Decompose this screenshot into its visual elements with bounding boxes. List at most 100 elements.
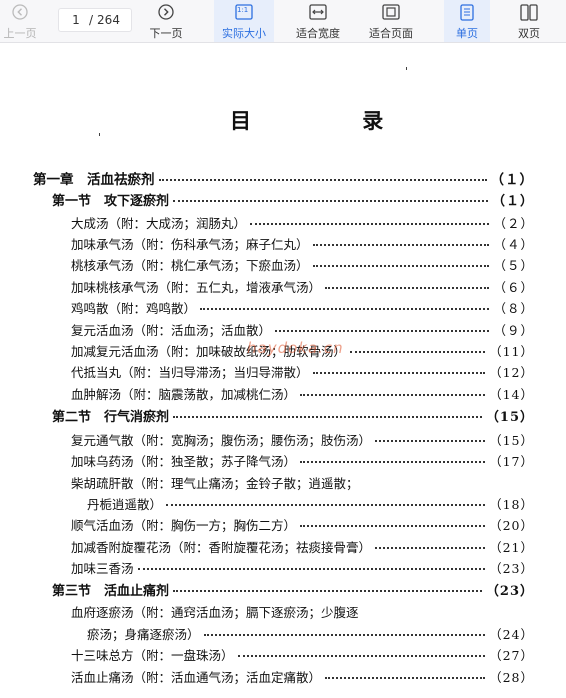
scan-speck: ' [405, 65, 409, 78]
toc-entry-item: 桃核承气汤（附：桃仁承气汤；下瘀血汤） （５） [71, 257, 534, 275]
page-total: 264 [97, 13, 120, 27]
fit-page-icon [382, 3, 400, 21]
toc-entry-item: 顺气活血汤（附：胸伤一方；胸伤二方） （20） [71, 517, 534, 535]
document-page: ' ' 目 录 第一章 活血祛瘀剂 （１） 第一节 攻下逐瘀剂 （１） 大成汤（附：大成… [0, 43, 566, 698]
double-page-button[interactable]: 双页 [506, 0, 552, 42]
toc-entry-title: 活血止痛汤（附：活血通气汤；活血定痛散） [71, 670, 322, 685]
toc-entry-title: 血府逐瘀汤（附：通窍活血汤；膈下逐瘀汤；少腹逐 [71, 605, 359, 620]
toc-leader-dots [325, 677, 486, 679]
toc-entry-page: （17） [489, 454, 534, 469]
chevron-right-icon [157, 3, 175, 21]
toc-entry-title: 第一节 攻下逐瘀剂 [52, 194, 170, 209]
toc-entry-page: （15） [485, 410, 534, 425]
toc-title: 目 录 [230, 108, 436, 133]
toc-entry-title: 代抵当丸（附：当归导滞汤；当归导滞散） [71, 365, 309, 380]
page-separator: / [89, 13, 94, 27]
toc-leader-dots [312, 244, 490, 246]
toc-entry-title: 大成汤（附：大成汤；润肠丸） [71, 216, 247, 231]
toc-entry-page: （４） [493, 237, 534, 252]
single-page-icon [458, 3, 476, 21]
prev-page-button[interactable]: 上一页 [0, 0, 40, 42]
toc-entry-item: 复元通气散（附：宽胸汤；腹伤汤；腰伤汤；肢伤汤） （15） [71, 432, 534, 450]
toc-entry-page: （８） [493, 301, 534, 316]
double-page-label: 双页 [518, 27, 540, 40]
toc-entry-item: 活血止痛汤（附：活血通气汤；活血定痛散） （28） [71, 669, 534, 687]
toc-entry-title: 加味乌药汤（附：独圣散；苏子降气汤） [71, 454, 297, 469]
page-indicator: / 264 [58, 8, 132, 32]
toc-entry-item: 复元活血汤（附：活血汤；活血散） （９） [71, 322, 534, 340]
toc-leader-dots [200, 308, 490, 310]
toc-entry-item: 柴胡疏肝散（附：理气止痛汤；金铃子散；逍遥散； [71, 475, 534, 493]
fit-width-icon [309, 3, 327, 21]
toc-leader-dots [250, 223, 490, 225]
toc-leader-dots [375, 547, 486, 549]
single-page-label: 单页 [456, 27, 478, 40]
toc-leader-dots [300, 525, 486, 527]
toc-entry-title: 加味承气汤（附：伤科承气汤；麻子仁丸） [71, 237, 309, 252]
toc-entry-title: 血肿解汤（附：脑震荡散，加减桃仁汤） [71, 387, 297, 402]
toc-entry-page: （20） [489, 518, 534, 533]
double-page-icon [520, 3, 538, 21]
toc-entry-page: （23） [489, 561, 534, 576]
toc-entry-page: （27） [489, 648, 534, 663]
toc-entry-title: 第三节 活血止痛剂 [52, 584, 170, 599]
actual-size-label: 实际大小 [222, 27, 266, 40]
toc-entry-title: 瘀汤；身痛逐瘀汤） [87, 627, 200, 642]
toc-entry-item: 血肿解汤（附：脑震荡散，加减桃仁汤） （14） [71, 386, 534, 404]
toc-leader-dots [350, 351, 486, 353]
toc-entry-page: （12） [489, 365, 534, 380]
page-number-input[interactable] [67, 13, 85, 27]
scan-speck: ' [98, 131, 102, 144]
toc-entry-title: 十三味总方（附：一盘珠汤） [71, 648, 234, 663]
fit-page-button[interactable]: 适合页面 [361, 0, 421, 42]
toc-entry-item: 加味承气汤（附：伤科承气汤；麻子仁丸） （４） [71, 236, 534, 254]
toc-leader-dots [275, 330, 490, 332]
toc-entry-page: （28） [489, 670, 534, 685]
toc-entry-title: 加味桃核承气汤（附：五仁丸，增液承气汤） [71, 280, 322, 295]
toc-entry-page: （11） [489, 344, 534, 359]
toc-leader-dots [203, 634, 486, 636]
toc-entry-section: 第三节 活血止痛剂 （23） [52, 583, 534, 601]
toc-entry-page: （14） [489, 387, 534, 402]
toc-leader-dots [325, 287, 490, 289]
fit-width-label: 适合宽度 [296, 27, 340, 40]
fit-page-label: 适合页面 [369, 27, 413, 40]
toc-entry-item: 代抵当丸（附：当归导滞汤；当归导滞散） （12） [71, 364, 534, 382]
toc-entry-item: 大成汤（附：大成汤；润肠丸） （２） [71, 215, 534, 233]
toc-entry-title: 柴胡疏肝散（附：理气止痛汤；金铃子散；逍遥散； [71, 476, 359, 491]
toc-entry-item: 加减香附旋覆花汤（附：香附旋覆花汤；祛痰接骨膏） （21） [71, 539, 534, 557]
toc-entry-page: （24） [489, 627, 534, 642]
toc-leader-dots [300, 461, 486, 463]
next-page-button[interactable]: 下一页 [143, 0, 189, 42]
toc-leader-dots [237, 655, 486, 657]
toc-entry-page: （９） [493, 323, 534, 338]
next-page-label: 下一页 [149, 27, 183, 40]
toc-entry-title: 复元活血汤（附：活血汤；活血散） [71, 323, 272, 338]
fit-width-button[interactable]: 适合宽度 [288, 0, 348, 42]
toc-leader-dots [173, 200, 488, 202]
toc-leader-dots [375, 440, 486, 442]
toc-leader-dots [312, 372, 486, 374]
toc-entry-title: 第一章 活血祛瘀剂 [33, 172, 155, 188]
toc-entry-title: 复元通气散（附：宽胸汤；腹伤汤；腰伤汤；肢伤汤） [71, 433, 372, 448]
toc-leader-dots [173, 590, 482, 592]
toc-entry-item: 加味三香汤 （23） [71, 560, 534, 578]
toc-entry-cont: 瘀汤；身痛逐瘀汤） （24） [87, 626, 534, 644]
toc-leader-dots [137, 568, 486, 570]
toc-entry-page: （１） [490, 172, 534, 188]
toc-entry-page: （６） [493, 280, 534, 295]
toc-entry-page: （２） [493, 216, 534, 231]
toc-entry-page: （23） [485, 584, 534, 599]
chevron-left-icon [11, 3, 29, 21]
toc-entry-section: 第二节 行气消瘀剂 （15） [52, 409, 534, 427]
viewer-toolbar: 上一页 / 264 下一页 实际大小 1:1 适合宽度 适合页面 单页 [0, 0, 566, 43]
toc-entry-title: 鸡鸣散（附：鸡鸣散） [71, 301, 197, 316]
toc-entry-item: 加味桃核承气汤（附：五仁丸，增液承气汤） （６） [71, 279, 534, 297]
toc-leader-dots [173, 416, 482, 418]
prev-page-label: 上一页 [3, 27, 37, 40]
single-page-button[interactable]: 单页 [444, 0, 490, 42]
toc-entry-title: 桃核承气汤（附：桃仁承气汤；下瘀血汤） [71, 258, 309, 273]
toc-entry-title: 第二节 行气消瘀剂 [52, 410, 170, 425]
toc-entry-title: 丹栀逍遥散） [87, 497, 163, 512]
toc-leader-dots [300, 394, 486, 396]
